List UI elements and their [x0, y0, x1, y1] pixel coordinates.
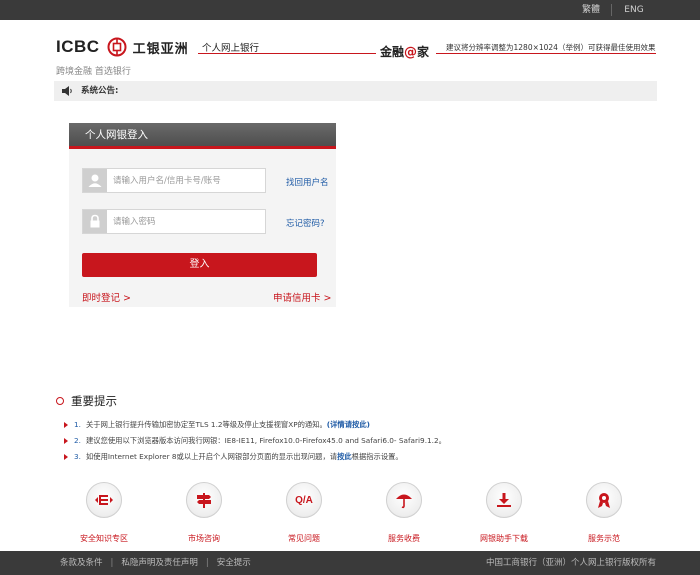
resolution-tip: 建议将分辨率调整为1280×1024（举例）可获得最佳使用效果	[446, 43, 656, 52]
personal-banking-title: 个人网上银行	[202, 43, 260, 54]
security-tips-link[interactable]: 安全提示	[217, 558, 251, 568]
password-field[interactable]	[82, 209, 266, 234]
triangle-bullet-icon	[64, 438, 68, 444]
signpost-icon	[186, 482, 222, 518]
list-item: 1. 关于网上银行提升传输加密协定至TLS 1.2等级及停止支援视窗XP的通知。…	[64, 417, 684, 433]
item-text: 关于网上银行提升传输加密协定至TLS 1.2等级及停止支援视窗XP的通知。	[86, 420, 327, 429]
forgot-password-link[interactable]: 忘记密码?	[286, 217, 325, 229]
list-item: 2. 建议您使用以下浏览器版本访问我行网银：IE8-IE11, Firefox1…	[64, 433, 684, 449]
lang-divider	[611, 4, 612, 16]
download-icon	[486, 482, 522, 518]
service-shortcuts: 安全知识专区 市场咨询 Q/A 常见问题 服务收费 网银助手下载 服务示范	[0, 482, 700, 544]
service-label: 服务收费	[388, 534, 420, 543]
header-red-line	[198, 53, 376, 54]
bank-slogan: 跨境金融 首选银行	[56, 67, 131, 77]
icbc-logo[interactable]: ICBC 工银亚洲	[56, 36, 189, 58]
lang-english-link[interactable]: ENG	[614, 0, 654, 20]
qa-icon: Q/A	[286, 482, 322, 518]
icbc-emblem-icon	[107, 37, 127, 57]
item-number: 3.	[74, 452, 81, 461]
login-button[interactable]: 登入	[82, 253, 317, 277]
terms-link[interactable]: 条款及条件	[60, 558, 103, 568]
list-item: 3. 如使用Internet Explorer 8或以上开启个人网银部分页面的显…	[64, 449, 684, 465]
triangle-bullet-icon	[64, 454, 68, 460]
service-helper-download[interactable]: 网银助手下载	[459, 482, 549, 544]
lang-traditional-link[interactable]: 繁體	[572, 0, 610, 20]
header-red-line-right	[436, 53, 656, 54]
password-input[interactable]	[113, 213, 261, 230]
jinrong-prefix: 金融	[380, 45, 405, 59]
item-text-tail: 根据指示设置。	[351, 452, 403, 461]
footer-bar: 条款及条件 | 私隐声明及责任声明 | 安全提示 中国工商银行（亚洲）个人网上银行版权所…	[0, 551, 700, 575]
system-notice-bar: 系统公告:	[54, 81, 657, 101]
username-field[interactable]	[82, 168, 266, 193]
speaker-icon	[62, 86, 72, 96]
service-label: 市场咨询	[188, 534, 220, 543]
circle-bullet-icon	[56, 397, 64, 405]
footer-divider: |	[110, 558, 114, 568]
service-faq[interactable]: Q/A 常见问题	[259, 482, 349, 544]
service-label: 服务示范	[588, 534, 620, 543]
system-notice-label: 系统公告:	[81, 86, 119, 96]
details-link[interactable]: (详情请按此)	[327, 420, 370, 429]
important-notice-title: 重要提示	[71, 394, 117, 408]
top-bar: 繁體 ENG	[0, 0, 700, 20]
jinrong-at: @	[404, 45, 418, 60]
item-number: 1.	[74, 420, 81, 429]
security-knowledge-icon	[86, 482, 122, 518]
service-demo[interactable]: 服务示范	[559, 482, 649, 544]
service-label: 安全知识专区	[80, 534, 128, 543]
jinrong-jia-logo: 金融@家	[380, 43, 429, 60]
service-security-knowledge[interactable]: 安全知识专区	[59, 482, 149, 544]
copyright-text: 中国工商银行（亚洲）个人网上银行版权所有	[485, 558, 656, 568]
click-here-link[interactable]: 按此	[337, 452, 352, 461]
logo-cn-text: 工银亚洲	[132, 41, 189, 57]
jinrong-suffix: 家	[417, 45, 430, 59]
username-input[interactable]	[113, 172, 261, 189]
footer-links: 条款及条件 | 私隐声明及责任声明 | 安全提示	[60, 551, 251, 575]
login-title: 个人网银登入	[85, 129, 148, 141]
retrieve-username-link[interactable]: 找回用户名	[286, 176, 329, 188]
service-label: 网银助手下载	[480, 534, 528, 543]
demo-ribbon-icon	[586, 482, 622, 518]
service-market-info[interactable]: 市场咨询	[159, 482, 249, 544]
apply-credit-card-link[interactable]: 申请信用卡 >	[273, 290, 331, 304]
logo-text: ICBC	[56, 37, 100, 56]
login-panel: 个人网银登入 找回用户名 忘记密码? 登入 即时登记 > 申请信用卡 >	[69, 123, 336, 307]
register-now-link[interactable]: 即时登记 >	[82, 290, 131, 304]
important-notice-list: 1. 关于网上银行提升传输加密协定至TLS 1.2等级及停止支援视窗XP的通知。…	[64, 417, 684, 465]
login-header: 个人网银登入	[69, 123, 336, 149]
service-label: 常见问题	[288, 534, 320, 543]
umbrella-icon	[386, 482, 422, 518]
privacy-link[interactable]: 私隐声明及责任声明	[121, 558, 198, 568]
user-icon	[83, 169, 107, 192]
triangle-bullet-icon	[64, 422, 68, 428]
lock-icon	[83, 210, 107, 233]
footer-divider: |	[205, 558, 209, 568]
important-notice-heading: 重要提示	[56, 393, 117, 409]
item-number: 2.	[74, 436, 81, 445]
service-fees[interactable]: 服务收费	[359, 482, 449, 544]
item-text: 建议您使用以下浏览器版本访问我行网银：IE8-IE11, Firefox10.0…	[86, 436, 446, 445]
item-text: 如使用Internet Explorer 8或以上开启个人网银部分页面的显示出现…	[86, 452, 338, 461]
